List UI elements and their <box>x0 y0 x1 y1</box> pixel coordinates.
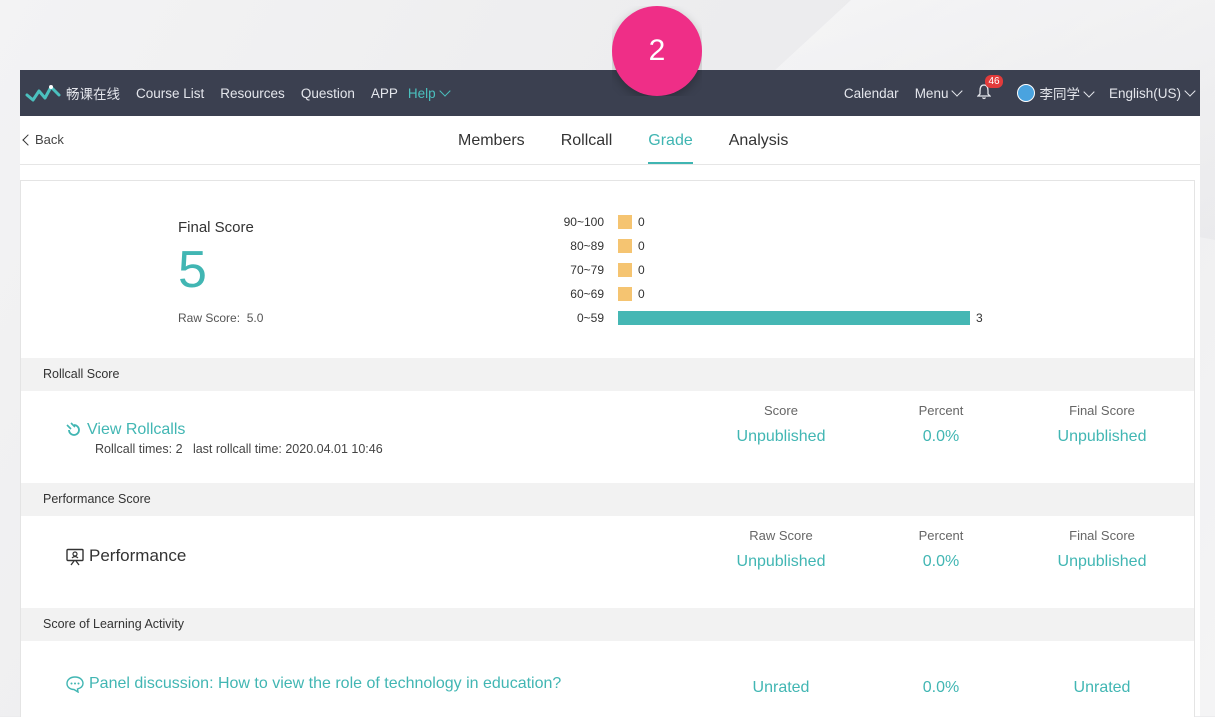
tab-bar: Members Rollcall Grade Analysis <box>440 116 806 164</box>
distribution-bar <box>618 239 632 253</box>
percent-header: Percent <box>918 403 964 418</box>
back-label: Back <box>35 132 64 147</box>
activity-final-score-value: Unrated <box>1073 679 1131 696</box>
panel-discussion-title: Panel discussion: How to view the role o… <box>89 675 562 693</box>
percent-header: Percent <box>918 528 964 543</box>
user-menu[interactable]: 李同学 <box>1039 83 1095 103</box>
tab-members[interactable]: Members <box>458 116 525 162</box>
performance-section-header: Performance Score <box>21 483 1194 516</box>
panel-discussion-link[interactable]: Panel discussion: How to view the role o… <box>65 675 561 693</box>
step-number-badge: 2 <box>612 6 702 96</box>
learning-activity-section-header: Score of Learning Activity <box>21 608 1194 641</box>
app-window: 畅课在线 Course List Resources Question APP … <box>20 70 1200 717</box>
nav-question[interactable]: Question <box>301 86 355 101</box>
performance-title: Performance <box>89 546 187 565</box>
tab-analysis[interactable]: Analysis <box>729 116 789 162</box>
distribution-bar <box>618 263 632 277</box>
menu-label: Menu <box>914 85 949 101</box>
nav-calendar[interactable]: Calendar <box>844 86 899 101</box>
raw-score-value: 5.0 <box>246 311 264 325</box>
distribution-range-label: 90~100 <box>563 215 604 229</box>
performance-section-title: Performance Score <box>43 492 151 506</box>
final-score-value: Unpublished <box>1057 428 1147 445</box>
chevron-down-icon <box>1184 84 1196 97</box>
notification-button[interactable]: 46 <box>976 74 1003 103</box>
performance-row: Performance Raw Score Percent Final Scor… <box>21 516 1194 608</box>
view-rollcalls-link[interactable]: View Rollcalls <box>65 421 185 439</box>
language-label: English(US) <box>1108 85 1181 101</box>
chat-bubble-icon <box>66 676 84 693</box>
distribution-bar <box>618 287 632 301</box>
tab-rollcall[interactable]: Rollcall <box>561 116 613 162</box>
rollcall-section-title: Rollcall Score <box>43 367 120 381</box>
rollcall-section-header: Rollcall Score <box>21 358 1194 391</box>
grade-panel: Final Score 5 Raw Score: 5.0 90~100 0 80~8… <box>20 180 1195 717</box>
activity-row: Panel discussion: How to view the role o… <box>21 641 1194 717</box>
presentation-icon <box>66 548 84 565</box>
rollcall-times: Rollcall times: 2 <box>95 442 183 456</box>
nav-app[interactable]: APP <box>371 86 398 101</box>
score-header: Score <box>764 403 798 418</box>
rollcall-last-time: last rollcall time: 2020.04.01 10:46 <box>192 442 383 456</box>
chevron-left-icon <box>22 134 34 146</box>
rollcall-row: View Rollcalls Rollcall times: 2 last ro… <box>21 391 1194 483</box>
distribution-range-label: 60~69 <box>570 287 604 301</box>
percent-value: 0.0% <box>922 428 960 445</box>
distribution-count: 0 <box>638 215 645 229</box>
final-score-header: Final Score <box>1069 528 1135 543</box>
final-score-summary: Final Score 5 Raw Score: 5.0 <box>178 219 263 325</box>
site-name-link[interactable]: 畅课在线 <box>66 83 120 103</box>
tab-grade[interactable]: Grade <box>648 116 693 164</box>
rollcall-meta: Rollcall times: 2 last rollcall time: 20… <box>95 442 383 456</box>
distribution-count: 0 <box>638 263 645 277</box>
avatar[interactable] <box>1017 84 1036 102</box>
activity-score-value: Unrated <box>752 679 810 696</box>
chevron-down-icon <box>1083 86 1095 98</box>
language-select[interactable]: English(US) <box>1108 84 1196 101</box>
chevron-down-icon <box>438 84 451 97</box>
final-score-title: Final Score <box>178 219 254 236</box>
activity-percent-value: 0.0% <box>922 679 960 696</box>
distribution-count: 0 <box>638 239 645 253</box>
percent-value: 0.0% <box>922 553 960 570</box>
distribution-bar <box>618 215 632 229</box>
raw-score-header: Raw Score <box>749 528 813 543</box>
view-rollcalls-label: View Rollcalls <box>87 421 186 439</box>
user-name: 李同学 <box>1039 87 1080 102</box>
distribution-bar <box>618 311 970 325</box>
raw-score-label: Raw Score: <box>178 311 241 325</box>
nav-help[interactable]: Help <box>407 84 451 101</box>
final-score-value: 5 <box>178 241 207 299</box>
learning-activity-section-title: Score of Learning Activity <box>43 617 185 631</box>
nav-menu[interactable]: Menu <box>914 84 964 101</box>
back-button[interactable]: Back <box>20 132 64 147</box>
score-value: Unpublished <box>736 428 826 445</box>
course-subnav: Back Members Rollcall Grade Analysis <box>20 116 1200 165</box>
chevron-down-icon <box>951 84 964 97</box>
top-navigation-bar: 畅课在线 Course List Resources Question APP … <box>20 70 1200 116</box>
notification-badge: 46 <box>985 74 1003 88</box>
final-score-header: Final Score <box>1069 403 1135 418</box>
performance-label: Performance <box>65 546 186 566</box>
nav-resources[interactable]: Resources <box>220 86 285 101</box>
distribution-count: 0 <box>638 287 645 301</box>
raw-score-value: Unpublished <box>736 553 826 570</box>
logo-icon[interactable] <box>20 70 66 116</box>
distribution-count: 3 <box>976 311 983 325</box>
nav-course-list[interactable]: Course List <box>136 86 204 101</box>
raw-score: Raw Score: 5.0 <box>178 311 263 325</box>
distribution-range-label: 0~59 <box>576 311 604 325</box>
help-label: Help <box>407 85 436 101</box>
distribution-range-label: 70~79 <box>570 263 604 277</box>
rollcall-icon <box>66 422 80 436</box>
distribution-range-label: 80~89 <box>570 239 604 253</box>
final-score-value: Unpublished <box>1057 553 1147 570</box>
